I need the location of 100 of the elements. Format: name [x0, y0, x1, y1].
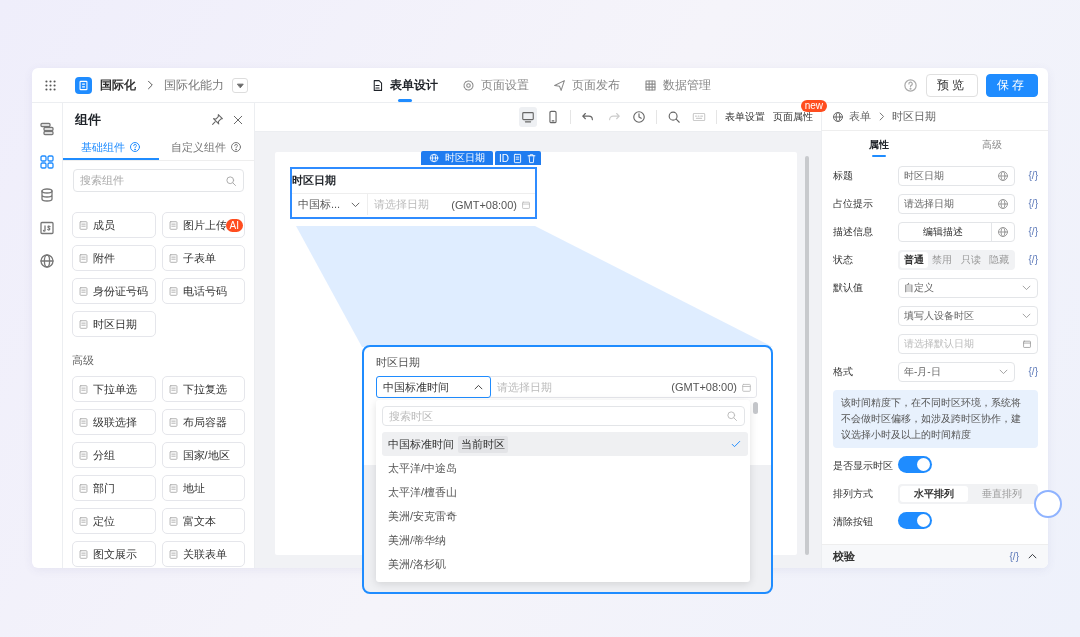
property-label: 清除按钮	[833, 514, 874, 529]
panel-tab[interactable]: 基础组件	[63, 136, 159, 160]
preview-button[interactable]: 预览	[926, 73, 978, 97]
calendar-icon	[741, 381, 752, 393]
trash-icon[interactable]	[526, 152, 537, 164]
field-icon	[167, 548, 179, 560]
component-item[interactable]: 部门	[72, 475, 156, 501]
component-item[interactable]: 国家/地区	[161, 442, 245, 468]
id-label[interactable]: ID	[499, 152, 509, 164]
code-toggle[interactable]: {/}	[1018, 170, 1038, 182]
component-item[interactable]: 附件	[72, 245, 156, 271]
select-field[interactable]: 自定义	[898, 277, 1038, 298]
timezone-option[interactable]: 美洲/洛杉矶	[382, 552, 748, 576]
paper-plane-icon	[553, 78, 566, 92]
select-field[interactable]: 年-月-日	[898, 361, 1015, 382]
scrollbar[interactable]	[805, 156, 809, 555]
nav-tab[interactable]: 页面设置	[462, 68, 529, 102]
calendar-icon	[521, 199, 531, 210]
close-icon[interactable]	[232, 113, 244, 126]
globe-icon	[832, 110, 844, 123]
apps-icon[interactable]	[44, 78, 57, 92]
select-field[interactable]: 填写人设备时区	[898, 305, 1038, 326]
field-icon	[78, 515, 89, 527]
clock-icon[interactable]	[632, 110, 647, 124]
timezone-select[interactable]: 中国标...	[292, 194, 369, 215]
segment-option[interactable]: 普通	[900, 251, 929, 268]
property-tab[interactable]: 高级	[935, 131, 1048, 159]
timezone-option[interactable]: 美洲/安克雷奇	[382, 504, 748, 528]
scrollbar[interactable]	[753, 402, 758, 414]
pin-icon[interactable]	[211, 113, 224, 126]
search-icon	[225, 174, 237, 187]
components-icon[interactable]	[39, 154, 55, 170]
timezone-select[interactable]: 中国标准时间	[376, 376, 491, 398]
property-label: 标题	[833, 168, 854, 183]
field-icon	[167, 515, 179, 527]
property-tab[interactable]: 属性	[822, 131, 935, 159]
property-label: 格式	[833, 364, 854, 379]
code-toggle[interactable]: {/}	[1018, 254, 1038, 266]
field-icon	[78, 285, 89, 297]
text-field[interactable]: 请选择日期	[898, 193, 1015, 214]
component-item[interactable]: 成员	[72, 212, 156, 238]
timezone-option[interactable]: 太平洋/檀香山	[382, 480, 748, 504]
gear-icon	[462, 78, 475, 92]
component-item[interactable]: 下拉复选	[161, 376, 245, 402]
component-item[interactable]: 下拉单选	[72, 376, 156, 402]
group-title: 高级	[72, 353, 95, 368]
toolbar-link[interactable]: 表单设置	[725, 110, 765, 124]
field-icon	[167, 383, 179, 395]
component-item[interactable]: 地址	[161, 475, 245, 501]
field-icon	[167, 449, 179, 461]
timezone-option[interactable]: 太平洋/中途岛	[382, 456, 748, 480]
component-item[interactable]: 子表单	[161, 245, 245, 271]
code-toggle[interactable]: {/}	[1018, 198, 1038, 210]
nav-tab[interactable]: 页面发布	[553, 68, 620, 102]
desktop-icon[interactable]	[520, 110, 535, 124]
component-item[interactable]: 富文本	[161, 508, 245, 534]
component-item[interactable]: 关联表单	[161, 541, 245, 567]
copy-icon[interactable]	[512, 152, 523, 164]
component-item[interactable]: 布局容器	[161, 409, 245, 435]
component-item[interactable]: 电话号码	[161, 278, 245, 304]
code-toggle[interactable]: {/}	[1009, 550, 1019, 562]
property-label: 描述信息	[833, 224, 874, 239]
app-name: 国际化	[100, 76, 136, 94]
component-item[interactable]: 分组	[72, 442, 156, 468]
field-icon	[78, 219, 89, 231]
code-toggle[interactable]: {/}	[1018, 366, 1038, 378]
database-icon[interactable]	[39, 187, 55, 203]
help-icon[interactable]	[903, 77, 918, 93]
component-item[interactable]: 定位	[72, 508, 156, 534]
nav-tab[interactable]: 表单设计	[371, 68, 438, 102]
code-toggle[interactable]: {/}	[1018, 226, 1038, 238]
dropdown-button[interactable]	[232, 77, 248, 93]
edit-description-button[interactable]: 编辑描述	[898, 221, 1015, 242]
check-icon	[730, 438, 742, 450]
app-logo-icon	[75, 76, 92, 94]
toolbar-link[interactable]: 页面属性	[773, 110, 813, 124]
timezone-option[interactable]: 美洲/蒂华纳	[382, 528, 748, 552]
component-item[interactable]: 身份证号码	[72, 278, 156, 304]
selected-field[interactable]: 时区日期 中国标... 请选择日期 (GMT+08:00)	[290, 167, 537, 219]
new-badge: new	[800, 100, 827, 112]
text-field[interactable]: 时区日期	[898, 165, 1015, 186]
script-icon[interactable]	[39, 220, 55, 236]
component-item[interactable]: 图文展示	[72, 541, 156, 567]
globe-icon[interactable]	[39, 253, 55, 269]
outline-icon[interactable]	[39, 121, 55, 137]
segment-option[interactable]: 水平排列	[900, 485, 968, 502]
component-item[interactable]: 时区日期	[72, 311, 156, 337]
timezone-option[interactable]: 中国标准时间 当前时区	[382, 432, 748, 456]
search-icon[interactable]	[666, 110, 681, 124]
field-icon	[78, 482, 89, 494]
breadcrumb-item: 时区日期	[892, 109, 936, 125]
component-item[interactable]: 级联选择	[72, 409, 156, 435]
toggle-switch[interactable]	[898, 512, 932, 530]
breadcrumb-item[interactable]: 表单	[849, 109, 871, 125]
toggle-switch[interactable]	[898, 456, 932, 474]
page-name: 国际化能力	[164, 76, 224, 94]
panel-tab[interactable]: 自定义组件	[158, 136, 254, 160]
gmt-offset: (GMT+08:00)	[671, 381, 738, 393]
nav-tab[interactable]: 数据管理	[644, 68, 711, 102]
property-label: 状态	[833, 252, 854, 267]
